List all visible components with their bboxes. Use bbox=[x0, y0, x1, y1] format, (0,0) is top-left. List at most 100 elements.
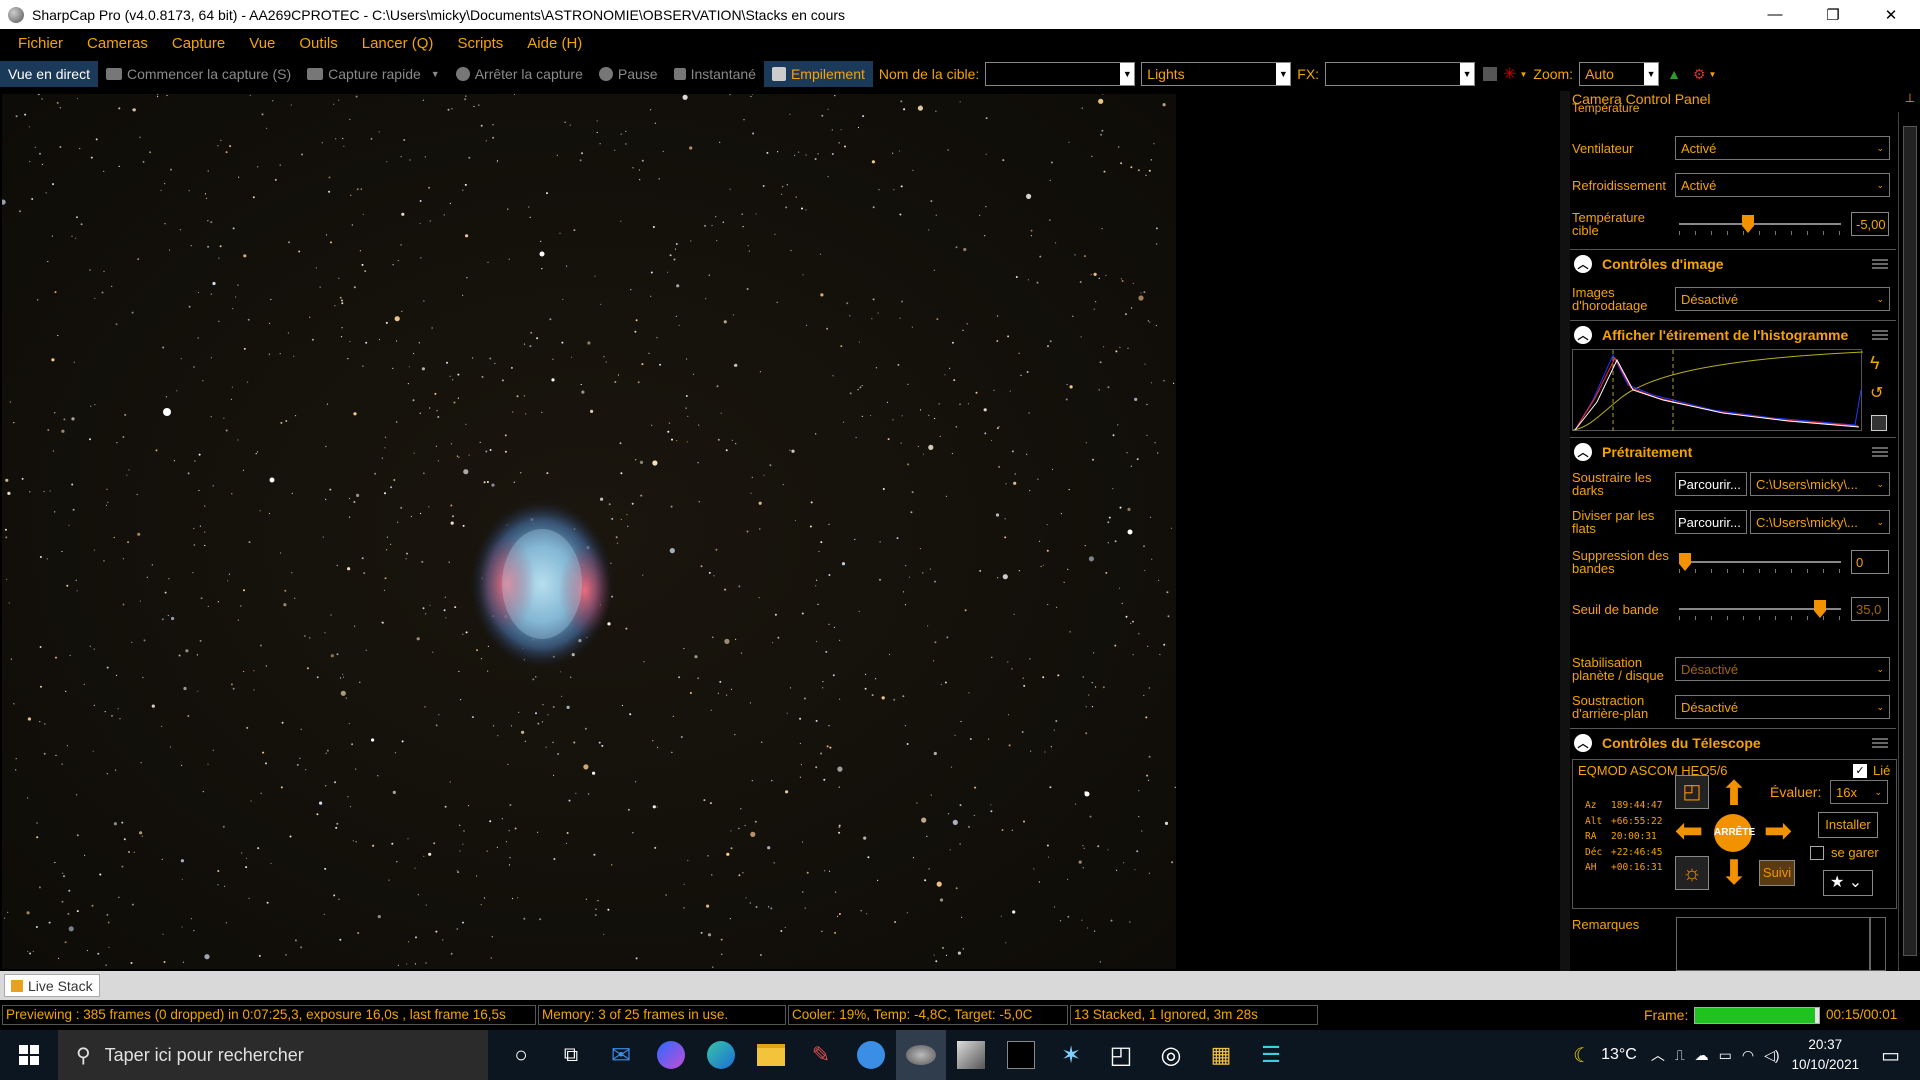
colorful-app-icon[interactable]: ▦ bbox=[1196, 1030, 1246, 1080]
settings-icon[interactable]: ⚙ bbox=[1693, 66, 1706, 83]
start-capture-button[interactable]: Commencer la capture (S) bbox=[98, 61, 299, 87]
favorites-star-icon[interactable]: ★ ⌄ bbox=[1823, 870, 1873, 896]
arrow-up-icon[interactable]: ⬆ bbox=[1713, 775, 1755, 815]
stop-capture-button[interactable]: Arrêter la capture bbox=[448, 61, 591, 87]
target-name-combo[interactable]: ▼ bbox=[985, 62, 1136, 86]
menu-icon[interactable] bbox=[1872, 446, 1888, 457]
collapse-icon[interactable]: ︿ bbox=[1574, 254, 1592, 273]
section-image-controls[interactable]: ︿ Contrôles d'image bbox=[1570, 249, 1896, 277]
crosshair-icon[interactable]: ✳ bbox=[1503, 64, 1516, 84]
collapse-icon[interactable]: ︿ bbox=[1574, 442, 1592, 461]
rate-select[interactable]: 16x ⌄ bbox=[1830, 780, 1888, 804]
close-button[interactable]: ✕ bbox=[1862, 0, 1920, 29]
collapse-icon[interactable]: ︿ bbox=[1574, 325, 1592, 344]
darks-path-select[interactable]: C:\Users\micky\... ⌄ bbox=[1750, 472, 1890, 496]
menu-icon[interactable] bbox=[1872, 258, 1888, 269]
quick-capture-button[interactable]: Capture rapide ▼ bbox=[299, 61, 448, 87]
weather-temp[interactable]: 13°C bbox=[1601, 1046, 1637, 1064]
weather-moon-icon[interactable]: ☾ bbox=[1573, 1043, 1591, 1068]
flats-path-select[interactable]: C:\Users\micky\... ⌄ bbox=[1750, 510, 1890, 534]
band-threshold-slider[interactable] bbox=[1679, 597, 1841, 621]
messenger-icon[interactable] bbox=[646, 1030, 696, 1080]
timestamp-select[interactable]: Désactivé ⌄ bbox=[1675, 287, 1890, 311]
collapse-icon[interactable]: ︿ bbox=[1574, 733, 1592, 752]
scroll-thumb[interactable] bbox=[1903, 126, 1917, 956]
cooling-select[interactable]: Activé ⌄ bbox=[1675, 173, 1890, 197]
star-app-icon[interactable]: ✶ bbox=[1046, 1030, 1096, 1080]
cortana-icon[interactable]: ○ bbox=[496, 1030, 546, 1080]
menu-icon[interactable] bbox=[1872, 737, 1888, 748]
arrow-left-icon[interactable]: ⬅ bbox=[1668, 812, 1710, 852]
chevron-down-icon[interactable]: ▼ bbox=[1519, 70, 1527, 79]
save-icon[interactable] bbox=[1871, 415, 1887, 431]
reset-icon[interactable]: ↺ bbox=[1870, 383, 1883, 403]
notifications-icon[interactable]: ▭ bbox=[1881, 1043, 1900, 1068]
remarks-textarea[interactable] bbox=[1676, 917, 1870, 971]
battery-icon[interactable]: ▭ bbox=[1719, 1047, 1732, 1064]
histogram-plot[interactable] bbox=[1572, 349, 1864, 432]
bg-sub-select[interactable]: Désactivé ⌄ bbox=[1675, 695, 1890, 719]
fan-select[interactable]: Activé ⌄ bbox=[1675, 136, 1890, 160]
sun-icon[interactable]: ☼ bbox=[1675, 856, 1709, 890]
app-icon-gray[interactable] bbox=[946, 1030, 996, 1080]
wifi-icon[interactable]: ◠ bbox=[1742, 1047, 1754, 1064]
windows-start-button[interactable] bbox=[0, 1030, 58, 1080]
menu-scripts[interactable]: Scripts bbox=[445, 35, 515, 52]
snapshot-button[interactable]: Instantané bbox=[666, 61, 764, 87]
ladder-app-icon[interactable]: ☰ bbox=[1246, 1030, 1296, 1080]
banding-slider[interactable] bbox=[1679, 550, 1841, 574]
menu-cameras[interactable]: Cameras bbox=[75, 35, 160, 52]
sharpcap-taskbar-icon[interactable] bbox=[896, 1030, 946, 1080]
image-viewer[interactable] bbox=[0, 91, 1560, 971]
stacking-button[interactable]: Empilement bbox=[763, 61, 873, 87]
usb-icon[interactable]: ⎍ bbox=[1675, 1047, 1685, 1064]
band-threshold-input[interactable]: 35,0 bbox=[1851, 597, 1889, 621]
park-checkbox[interactable] bbox=[1810, 846, 1824, 860]
section-histogram[interactable]: ︿ Afficher l'étirement de l'histogramme bbox=[1570, 320, 1896, 348]
target-temp-input[interactable]: -5,00 bbox=[1851, 212, 1889, 236]
goto-icon[interactable]: ◰ bbox=[1675, 775, 1709, 809]
clock[interactable]: 20:37 10/10/2021 bbox=[1792, 1035, 1860, 1075]
chevron-down-icon[interactable]: ▼ bbox=[431, 69, 440, 79]
arrow-down-icon[interactable]: ⬇ bbox=[1713, 854, 1755, 894]
spiral-app-icon[interactable]: ◎ bbox=[1146, 1030, 1196, 1080]
section-preprocessing[interactable]: ︿ Prétraitement bbox=[1570, 437, 1896, 465]
file-explorer-icon[interactable] bbox=[746, 1030, 796, 1080]
track-button[interactable]: Suivi bbox=[1759, 860, 1795, 886]
menu-fichier[interactable]: Fichier bbox=[6, 35, 75, 52]
remarks-scrollbar[interactable] bbox=[1870, 917, 1886, 971]
restore-button[interactable]: ❐ bbox=[1804, 0, 1862, 29]
chevron-down-icon[interactable]: ▼ bbox=[1120, 63, 1135, 85]
panel-scrollbar[interactable] bbox=[1898, 112, 1920, 972]
reticle-icon[interactable] bbox=[1483, 67, 1498, 81]
task-view-icon[interactable]: ⧉ bbox=[546, 1030, 596, 1080]
cloud-icon[interactable]: ☁ bbox=[1695, 1047, 1709, 1064]
histogram-icon[interactable]: ▲ bbox=[1667, 66, 1681, 82]
menu-outils[interactable]: Outils bbox=[287, 35, 349, 52]
viewer-scrollbar[interactable] bbox=[1560, 91, 1570, 971]
darks-browse-button[interactable]: Parcourir... bbox=[1675, 472, 1747, 496]
live-view-button[interactable]: Vue en direct bbox=[0, 61, 98, 87]
banding-input[interactable]: 0 bbox=[1851, 550, 1889, 574]
volume-icon[interactable]: ◁) bbox=[1764, 1047, 1779, 1064]
arrow-right-icon[interactable]: ➡ bbox=[1757, 812, 1799, 852]
chevron-down-icon[interactable]: ▼ bbox=[1460, 63, 1475, 85]
chevron-down-icon[interactable]: ▼ bbox=[1644, 63, 1659, 85]
lightning-icon[interactable]: ϟ bbox=[1870, 353, 1880, 374]
menu-aide[interactable]: Aide (H) bbox=[515, 35, 594, 52]
stop-button[interactable]: ARRÊTE bbox=[1714, 814, 1755, 852]
menu-vue[interactable]: Vue bbox=[237, 35, 287, 52]
section-telescope[interactable]: ︿ Contrôles du Télescope bbox=[1570, 728, 1896, 756]
chevron-down-icon[interactable]: ▼ bbox=[1276, 63, 1291, 85]
mail-icon[interactable]: ✉ bbox=[596, 1030, 646, 1080]
menu-lancer[interactable]: Lancer (Q) bbox=[350, 35, 446, 52]
stabilize-select[interactable]: Désactivé ⌄ bbox=[1675, 657, 1890, 681]
install-button[interactable]: Installer bbox=[1818, 812, 1878, 838]
window-app-icon[interactable]: ◰ bbox=[1096, 1030, 1146, 1080]
menu-capture[interactable]: Capture bbox=[160, 35, 237, 52]
chevron-up-icon[interactable]: ︿ bbox=[1651, 1045, 1665, 1065]
app-icon-blue[interactable] bbox=[846, 1030, 896, 1080]
frame-type-combo[interactable]: Lights ▼ bbox=[1141, 62, 1292, 86]
fx-combo[interactable]: ▼ bbox=[1325, 62, 1476, 86]
app-icon-dark[interactable] bbox=[996, 1030, 1046, 1080]
